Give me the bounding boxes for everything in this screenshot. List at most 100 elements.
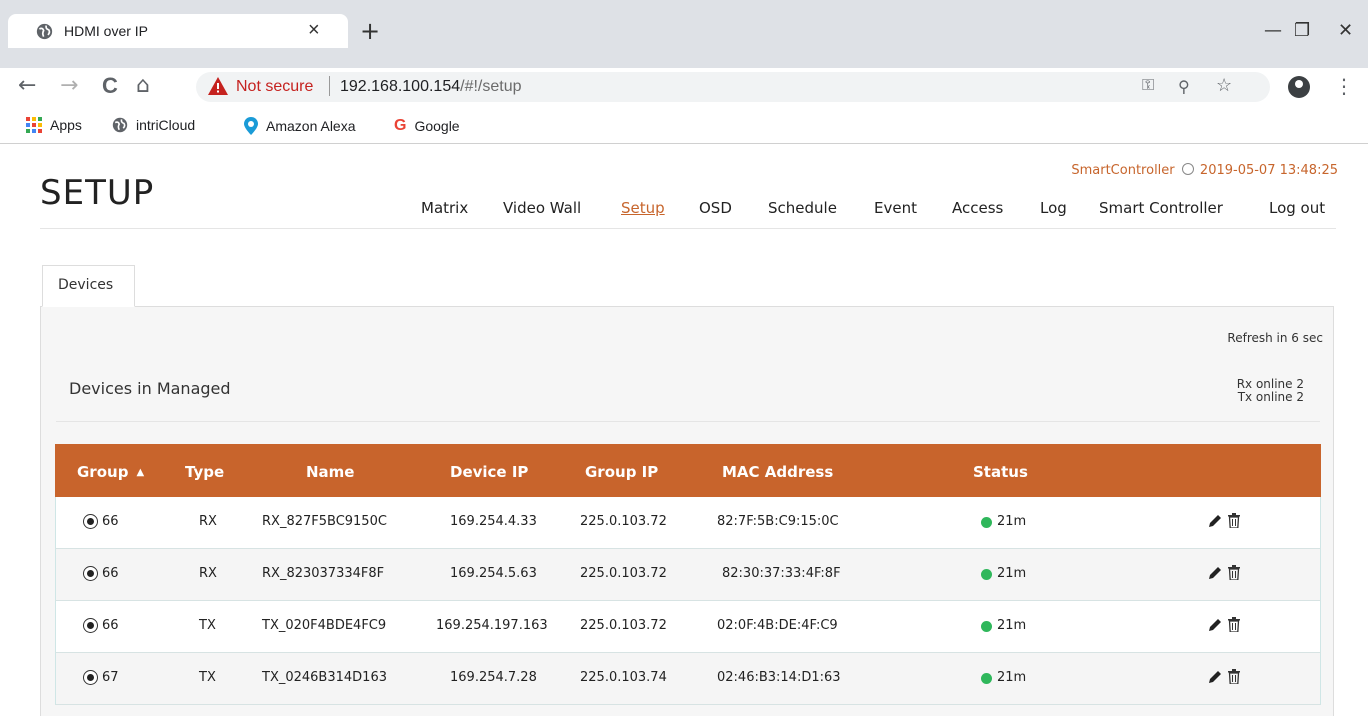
- brand-name: SmartController: [1071, 163, 1175, 178]
- table-row: 67 TX TX_0246B314D163 169.254.7.28 225.0…: [55, 653, 1321, 705]
- sort-ascending-icon: ▲: [136, 467, 145, 478]
- apps-grid-icon: [26, 117, 42, 133]
- column-header-mac-address[interactable]: MAC Address: [722, 463, 833, 481]
- select-radio[interactable]: [83, 670, 98, 685]
- clock-icon: [1181, 163, 1194, 175]
- close-window-button[interactable]: ✕: [1338, 20, 1353, 41]
- cell-type: TX: [199, 670, 216, 685]
- restore-button[interactable]: ❐: [1294, 20, 1310, 41]
- reload-button[interactable]: C: [102, 73, 118, 99]
- nav-smart-controller[interactable]: Smart Controller: [1099, 199, 1223, 217]
- nav-setup[interactable]: Setup: [621, 199, 665, 217]
- tab-close-button[interactable]: ×: [308, 19, 320, 42]
- trash-icon[interactable]: [1228, 565, 1240, 580]
- bookmark-label: Apps: [50, 117, 82, 133]
- minimize-button[interactable]: —: [1264, 20, 1282, 41]
- bookmark-intricloud[interactable]: intriCloud: [112, 117, 195, 133]
- online-status-dot: [981, 517, 992, 528]
- table-row: 66 RX RX_823037334F8F 169.254.5.63 225.0…: [55, 549, 1321, 601]
- select-radio[interactable]: [83, 514, 98, 529]
- zoom-icon[interactable]: ⚲: [1178, 77, 1190, 97]
- panel-divider: [56, 421, 1320, 422]
- bookmark-amazon-alexa[interactable]: Amazon Alexa: [244, 117, 356, 135]
- cell-device-ip: 169.254.197.163: [436, 618, 548, 633]
- nav-log-out[interactable]: Log out: [1269, 199, 1325, 217]
- cell-mac-address: 02:46:B3:14:D1:63: [717, 670, 841, 685]
- url-text[interactable]: 192.168.100.154/#!/setup: [340, 78, 522, 96]
- table-row: 66 TX TX_020F4BDE4FC9 169.254.197.163 22…: [55, 601, 1321, 653]
- nav-video-wall[interactable]: Video Wall: [503, 199, 581, 217]
- cell-name: TX_020F4BDE4FC9: [262, 618, 387, 633]
- cell-device-ip: 169.254.5.63: [450, 566, 537, 581]
- nav-osd[interactable]: OSD: [699, 199, 732, 217]
- select-radio[interactable]: [83, 566, 98, 581]
- cell-device-ip: 169.254.7.28: [450, 670, 537, 685]
- column-header-device-ip[interactable]: Device IP: [450, 463, 528, 481]
- trash-icon[interactable]: [1228, 617, 1240, 632]
- menu-icon[interactable]: ⋮: [1334, 74, 1354, 98]
- cell-device-ip: 169.254.4.33: [450, 514, 537, 529]
- nav-access[interactable]: Access: [952, 199, 1003, 217]
- trash-icon[interactable]: [1228, 513, 1240, 528]
- trash-icon[interactable]: [1228, 669, 1240, 684]
- column-header-group[interactable]: Group ▲: [77, 463, 144, 481]
- cell-group: 66: [102, 566, 119, 581]
- url-host: 192.168.100.154: [340, 78, 461, 95]
- new-tab-button[interactable]: +: [360, 17, 380, 45]
- bookmark-label: Amazon Alexa: [266, 118, 356, 134]
- key-icon[interactable]: ⚿: [1142, 77, 1154, 95]
- cell-name: TX_0246B314D163: [262, 670, 387, 685]
- column-header-type[interactable]: Type: [185, 463, 224, 481]
- cell-group: 66: [102, 618, 119, 633]
- browser-tabstrip: HDMI over IP × + — ❐ ✕: [0, 0, 1368, 68]
- table-body: 66 RX RX_827F5BC9150C 169.254.4.33 225.0…: [55, 497, 1321, 705]
- cell-group: 67: [102, 670, 119, 685]
- nav-event[interactable]: Event: [874, 199, 917, 217]
- column-header-group-ip[interactable]: Group IP: [585, 463, 658, 481]
- bookmark-label: intriCloud: [136, 117, 196, 133]
- cell-group-ip: 225.0.103.74: [580, 670, 667, 685]
- edit-icon[interactable]: [1208, 566, 1222, 580]
- current-datetime: 2019-05-07 13:48:25: [1199, 163, 1338, 178]
- nav-schedule[interactable]: Schedule: [768, 199, 837, 217]
- nav-log[interactable]: Log: [1040, 199, 1067, 217]
- refresh-countdown: Refresh in 6 sec: [1227, 331, 1323, 345]
- tab-devices[interactable]: Devices: [42, 265, 135, 307]
- cell-name: RX_827F5BC9150C: [262, 514, 387, 529]
- online-counts: Rx online 2 Tx online 2: [1237, 378, 1304, 404]
- address-separator: [329, 76, 330, 96]
- column-header-name[interactable]: Name: [306, 463, 354, 481]
- bookmark-google[interactable]: G Google: [394, 117, 460, 135]
- table-header: Group ▲ Type Name Device IP Group IP MAC …: [55, 444, 1321, 497]
- select-radio[interactable]: [83, 618, 98, 633]
- cell-group-ip: 225.0.103.72: [580, 566, 667, 581]
- back-button[interactable]: ←: [18, 73, 36, 98]
- cell-group-ip: 225.0.103.72: [580, 618, 667, 633]
- column-label: Group: [77, 463, 129, 481]
- cell-group-ip: 225.0.103.72: [580, 514, 667, 529]
- home-button[interactable]: ⌂: [136, 73, 150, 98]
- nav-matrix[interactable]: Matrix: [421, 199, 468, 217]
- bookmark-apps[interactable]: Apps: [26, 117, 82, 133]
- header-divider: [40, 228, 1336, 229]
- cell-group: 66: [102, 514, 119, 529]
- column-header-status[interactable]: Status: [973, 463, 1028, 481]
- online-status-dot: [981, 621, 992, 632]
- forward-button[interactable]: →: [60, 73, 78, 98]
- cell-mac-address: 82:30:37:33:4F:8F: [722, 566, 841, 581]
- edit-icon[interactable]: [1208, 514, 1222, 528]
- bookmark-star-icon[interactable]: ☆: [1216, 75, 1232, 96]
- edit-icon[interactable]: [1208, 618, 1222, 632]
- browser-tab[interactable]: HDMI over IP ×: [8, 14, 348, 48]
- table-row: 66 RX RX_827F5BC9150C 169.254.4.33 225.0…: [55, 497, 1321, 549]
- edit-icon[interactable]: [1208, 670, 1222, 684]
- security-label[interactable]: Not secure: [236, 78, 313, 96]
- location-pin-icon: [244, 117, 258, 135]
- devices-table: Group ▲ Type Name Device IP Group IP MAC …: [55, 444, 1321, 705]
- url-path: /#!/setup: [460, 78, 522, 95]
- profile-icon[interactable]: [1288, 76, 1310, 98]
- cell-name: RX_823037334F8F: [262, 566, 385, 581]
- cell-status: 21m: [997, 618, 1027, 633]
- address-bar[interactable]: Not secure 192.168.100.154/#!/setup ⚿ ⚲ …: [196, 72, 1270, 102]
- tab-title: HDMI over IP: [64, 23, 149, 39]
